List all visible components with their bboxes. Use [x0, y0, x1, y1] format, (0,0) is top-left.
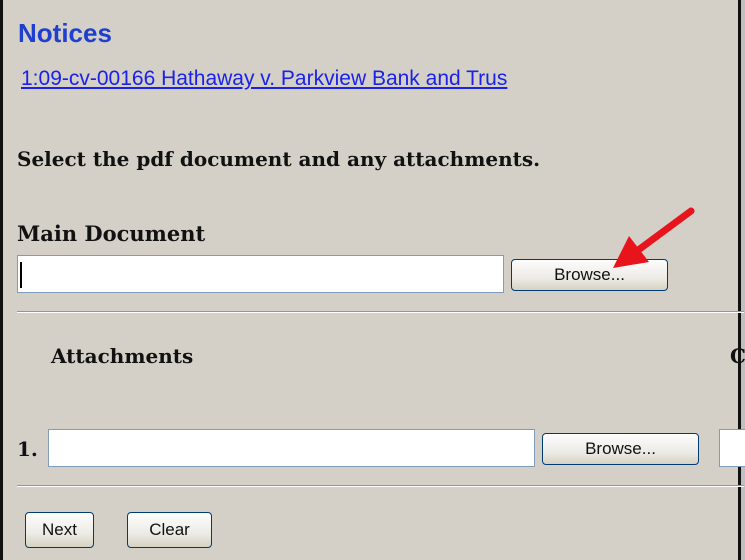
- text-caret: [20, 262, 22, 288]
- category-heading-partial: C: [730, 344, 745, 368]
- attachment-browse-button[interactable]: Browse...: [542, 433, 699, 465]
- attachments-heading: Attachments: [51, 344, 194, 368]
- clear-button[interactable]: Clear: [127, 512, 212, 548]
- section-divider: [17, 311, 744, 313]
- page-title: Notices: [18, 18, 112, 48]
- next-button[interactable]: Next: [25, 512, 94, 548]
- red-arrow-icon: [613, 207, 695, 268]
- attachment-category-input[interactable]: [719, 429, 745, 467]
- instruction-text: Select the pdf document and any attachme…: [17, 147, 541, 171]
- attachment-row-number: 1.: [17, 437, 38, 461]
- section-divider: [17, 485, 744, 487]
- case-link[interactable]: 1:09-cv-00166 Hathaway v. Parkview Bank …: [21, 66, 507, 92]
- attachment-file-input[interactable]: [48, 429, 535, 467]
- page-frame: Notices 1:09-cv-00166 Hathaway v. Parkvi…: [0, 0, 745, 560]
- main-document-label: Main Document: [17, 221, 206, 246]
- main-document-file-input[interactable]: [17, 255, 504, 293]
